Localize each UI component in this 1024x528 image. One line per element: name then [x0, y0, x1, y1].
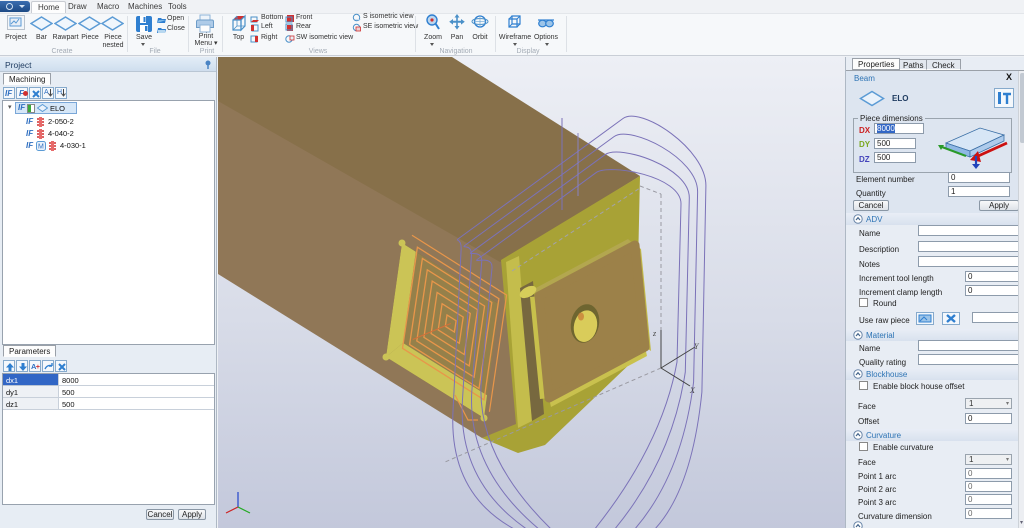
svg-text:M: M [38, 144, 44, 151]
